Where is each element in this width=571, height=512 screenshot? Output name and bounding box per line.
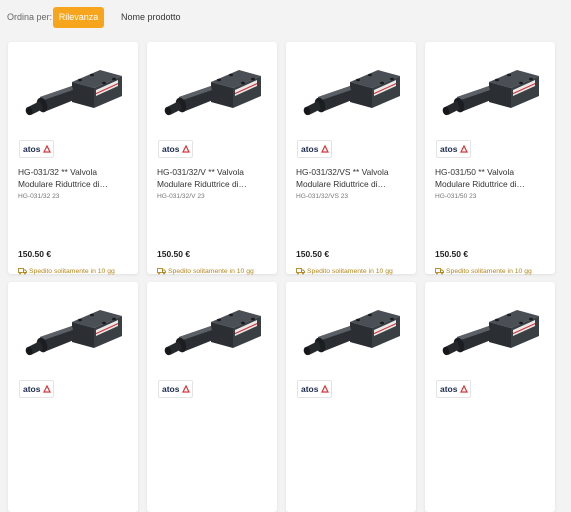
truck-icon [435,268,446,275]
brand-logo: atos [436,380,471,398]
product-card[interactable]: atos [8,282,138,512]
brand-logo: atos [19,140,54,158]
truck-icon [157,268,168,275]
sort-bar: Ordina per: Rilevanza Nome prodotto [0,0,571,38]
shipping-text: Spedito solitamente in 10 gg [446,268,532,275]
product-card[interactable]: atos HG-031/32 ** Valvola Modulare Ridut… [8,42,138,302]
brand-logo: atos [297,140,332,158]
product-card[interactable]: atos HG-031/32/VS ** Valvola Modulare Ri… [286,42,416,302]
product-image[interactable] [18,292,128,372]
sort-label: Ordina per: [7,12,53,22]
product-price: 150.50 € [18,249,52,259]
svg-text:atos: atos [23,144,41,154]
shipping-info: Spedito solitamente in 10 gg [296,268,393,275]
shipping-info: Spedito solitamente in 10 gg [157,268,254,275]
brand-logo: atos [19,380,54,398]
product-title[interactable]: HG-031/32/VS ** Valvola Modulare Riduttr… [296,167,408,190]
product-image[interactable] [157,52,267,132]
product-image[interactable] [296,292,406,372]
product-image[interactable] [435,292,545,372]
product-image[interactable] [157,292,267,372]
svg-text:atos: atos [301,144,319,154]
product-price: 150.50 € [435,249,469,259]
shipping-text: Spedito solitamente in 10 gg [29,268,115,275]
product-title[interactable]: HG-031/32 ** Valvola Modulare Riduttrice… [18,167,130,190]
product-title[interactable]: HG-031/50 ** Valvola Modulare Riduttrice… [435,167,547,190]
shipping-text: Spedito solitamente in 10 gg [168,268,254,275]
sort-option-relevance[interactable]: Rilevanza [53,7,104,28]
svg-text:atos: atos [162,144,180,154]
product-image[interactable] [435,52,545,132]
product-price: 150.50 € [157,249,191,259]
svg-text:atos: atos [440,144,458,154]
svg-text:atos: atos [301,384,319,394]
brand-logo: atos [158,140,193,158]
product-sku: HG-031/32/V 23 [157,193,205,200]
shipping-info: Spedito solitamente in 10 gg [435,268,532,275]
product-sku: HG-031/32 23 [18,193,60,200]
brand-logo: atos [297,380,332,398]
product-card[interactable]: atos [286,282,416,512]
brand-logo: atos [436,140,471,158]
shipping-info: Spedito solitamente in 10 gg [18,268,115,275]
product-sku: HG-031/32/VS 23 [296,193,349,200]
product-price: 150.50 € [296,249,330,259]
truck-icon [296,268,307,275]
shipping-text: Spedito solitamente in 10 gg [307,268,393,275]
product-sku: HG-031/50 23 [435,193,477,200]
product-image[interactable] [296,52,406,132]
svg-text:atos: atos [440,384,458,394]
product-card[interactable]: atos HG-031/32/V ** Valvola Modulare Rid… [147,42,277,302]
product-title[interactable]: HG-031/32/V ** Valvola Modulare Riduttri… [157,167,269,190]
product-image[interactable] [18,52,128,132]
product-card[interactable]: atos [425,282,555,512]
product-card[interactable]: atos [147,282,277,512]
svg-text:atos: atos [23,384,41,394]
product-card[interactable]: atos HG-031/50 ** Valvola Modulare Ridut… [425,42,555,302]
truck-icon [18,268,29,275]
sort-option-name[interactable]: Nome prodotto [121,12,181,22]
brand-logo: atos [158,380,193,398]
svg-text:atos: atos [162,384,180,394]
